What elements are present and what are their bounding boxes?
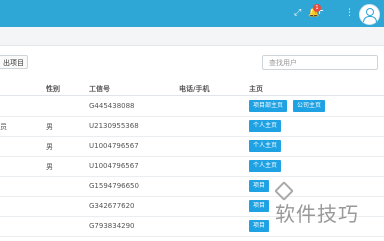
id-cell: G1594796650 — [89, 182, 139, 190]
table-row: 男 U1004796567 个人主页 — [0, 136, 384, 157]
table-header: 性别 工信号 电话/手机 主页 — [0, 80, 384, 96]
avatar-head-icon — [366, 8, 374, 16]
id-cell: U1004796567 — [89, 162, 139, 170]
id-cell: G342677620 — [89, 202, 135, 210]
homepage-button[interactable]: 个人主页 — [249, 120, 282, 132]
homepage-button[interactable]: 项目部主页 — [249, 100, 288, 112]
menu-icon[interactable]: ⋮ — [345, 7, 354, 19]
name-fragment: 员 — [0, 123, 7, 131]
header-id: 工信号 — [89, 85, 110, 93]
top-navbar: ⤢ + 🔔 1 ⋮ — [0, 0, 384, 27]
id-cell: G445438088 — [89, 102, 135, 110]
watermark-text: 软件技巧 — [275, 202, 359, 226]
gender-cell: 男 — [46, 163, 53, 171]
avatar[interactable] — [359, 4, 380, 25]
header-homepage: 主页 — [249, 85, 263, 93]
notification-badge: 1 — [313, 4, 321, 12]
table-row: G445438088 项目部主页 公司主页 — [0, 96, 384, 117]
homepage-button[interactable]: 个人主页 — [249, 160, 282, 172]
homepage-button[interactable]: 公司主页 — [293, 100, 326, 112]
gender-cell: 男 — [46, 143, 53, 151]
avatar-body-icon — [363, 16, 377, 22]
export-button[interactable]: 出项目 — [0, 55, 28, 69]
search-input[interactable] — [262, 55, 378, 70]
header-phone: 电话/手机 — [179, 85, 210, 93]
id-cell: U2130955368 — [89, 122, 139, 130]
gender-cell: 男 — [46, 123, 53, 131]
watermark: 软件技巧 — [262, 176, 384, 236]
id-cell: G793834290 — [89, 222, 135, 230]
id-cell: U1004796567 — [89, 142, 139, 150]
homepage-button[interactable]: 个人主页 — [249, 140, 282, 152]
expand-icon[interactable]: ⤢ — [294, 7, 301, 19]
header-gender: 性别 — [46, 85, 60, 93]
table-row: 员 男 U2130955368 个人主页 — [0, 116, 384, 137]
table-row: 男 U1004796567 个人主页 — [0, 156, 384, 177]
